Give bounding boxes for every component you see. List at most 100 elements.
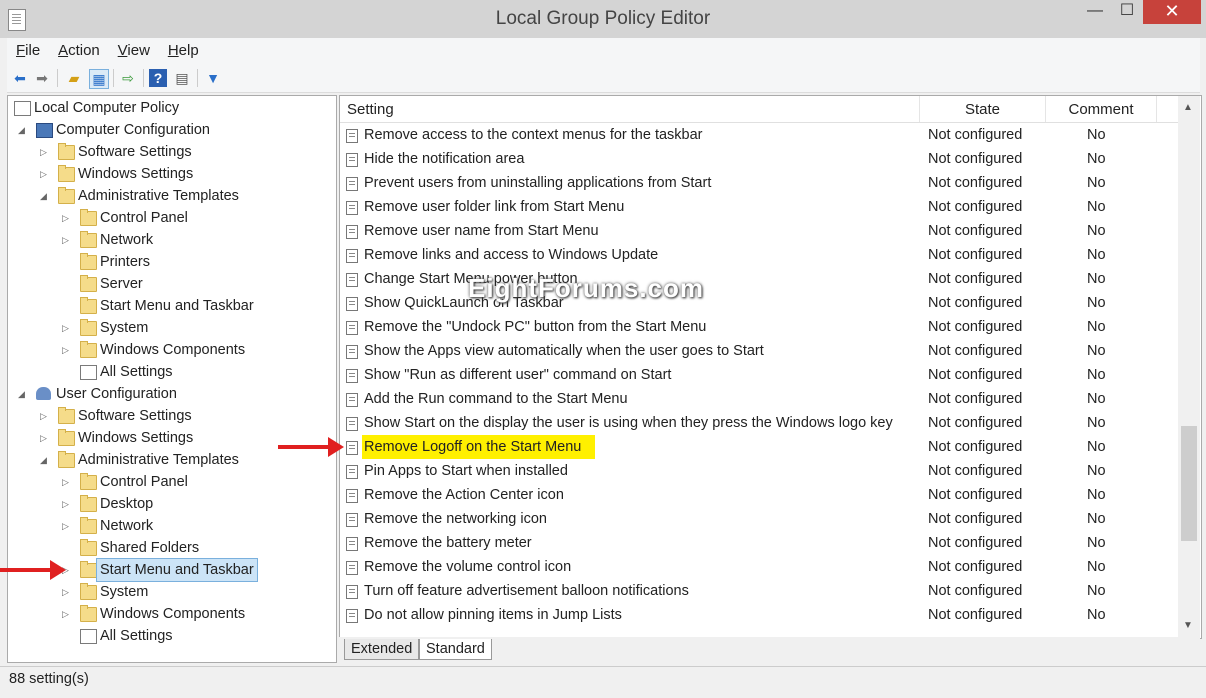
list-row[interactable]: Prevent users from uninstalling applicat…: [340, 171, 1178, 195]
expand-arrow-icon[interactable]: ▷: [62, 471, 72, 493]
list-row[interactable]: Show the Apps view automatically when th…: [340, 339, 1178, 363]
folder-icon: [58, 145, 75, 160]
expand-arrow-icon[interactable]: ▷: [40, 427, 50, 449]
setting-comment: No: [1087, 147, 1106, 171]
collapse-arrow-icon[interactable]: ◢: [40, 449, 50, 471]
menu-action[interactable]: Action: [58, 38, 100, 64]
export-list-icon[interactable]: ⇨: [119, 69, 137, 87]
policy-setting-icon: [346, 513, 358, 527]
list-row[interactable]: Turn off feature advertisement balloon n…: [340, 579, 1178, 603]
back-icon[interactable]: ⬅: [11, 69, 29, 87]
collapse-arrow-icon[interactable]: ◢: [40, 185, 50, 207]
setting-comment: No: [1087, 339, 1106, 363]
properties-icon[interactable]: ▤: [173, 69, 191, 87]
help-icon[interactable]: ?: [149, 69, 167, 87]
policy-setting-icon: [346, 201, 358, 215]
folder-icon: [80, 585, 97, 600]
setting-comment: No: [1087, 195, 1106, 219]
tab-standard[interactable]: Standard: [419, 639, 492, 660]
policy-setting-icon: [346, 297, 358, 311]
menu-file[interactable]: File: [16, 38, 40, 64]
list-row[interactable]: Show "Run as different user" command on …: [340, 363, 1178, 387]
up-folder-icon[interactable]: ▰: [65, 69, 83, 87]
expand-arrow-icon[interactable]: ▷: [40, 163, 50, 185]
policy-setting-icon: [346, 153, 358, 167]
expand-arrow-icon[interactable]: ▷: [62, 207, 72, 229]
scroll-down-icon[interactable]: ▼: [1183, 620, 1193, 631]
setting-comment: No: [1087, 603, 1106, 627]
expand-arrow-icon[interactable]: ▷: [62, 339, 72, 361]
list-row[interactable]: Remove the networking iconNot configured…: [340, 507, 1178, 531]
policy-setting-icon: [346, 489, 358, 503]
policy-icon: [14, 101, 31, 116]
menu-view[interactable]: View: [118, 38, 150, 64]
setting-name: Remove the volume control icon: [364, 555, 571, 579]
view-tabs: Extended Standard: [339, 637, 1200, 661]
setting-state: Not configured: [928, 603, 1022, 627]
setting-state: Not configured: [928, 579, 1022, 603]
status-text: 88 setting(s): [9, 671, 89, 687]
setting-name: Remove access to the context menus for t…: [364, 123, 703, 147]
setting-name: Remove user name from Start Menu: [364, 219, 599, 243]
setting-name: Hide the notification area: [364, 147, 524, 171]
expand-arrow-icon[interactable]: ▷: [62, 493, 72, 515]
list-row[interactable]: Remove user name from Start MenuNot conf…: [340, 219, 1178, 243]
maximize-button[interactable]: ☐: [1110, 0, 1144, 24]
list-row[interactable]: Remove the volume control icon Not config…: [340, 555, 1178, 579]
close-button[interactable]: ✕: [1143, 0, 1201, 24]
expand-arrow-icon[interactable]: ▷: [62, 229, 72, 251]
collapse-arrow-icon[interactable]: ◢: [18, 119, 28, 141]
list-row[interactable]: Show QuickLaunch on TaskbarNot configure…: [340, 291, 1178, 315]
list-row[interactable]: Do not allow pinning items in Jump Lists…: [340, 603, 1178, 627]
show-hide-tree-icon[interactable]: ▦: [89, 69, 109, 89]
tab-extended[interactable]: Extended: [344, 639, 419, 660]
menu-bar: File Action View Help: [7, 38, 1200, 64]
list-row[interactable]: Pin Apps to Start when installedNot conf…: [340, 459, 1178, 483]
all-settings-icon: [80, 629, 97, 644]
list-row[interactable]: Add the Run command to the Start MenuNot…: [340, 387, 1178, 411]
policy-setting-icon: [346, 465, 358, 479]
policy-setting-icon: [346, 369, 358, 383]
expand-arrow-icon[interactable]: ▷: [62, 603, 72, 625]
vertical-scrollbar[interactable]: ▲ ▼: [1178, 96, 1200, 638]
setting-comment: No: [1087, 483, 1106, 507]
expand-arrow-icon[interactable]: ▷: [62, 581, 72, 603]
list-row[interactable]: Remove the battery meterNot configuredNo: [340, 531, 1178, 555]
minimize-button[interactable]: —: [1078, 0, 1112, 24]
list-row[interactable]: Remove the "Undock PC" button from the S…: [340, 315, 1178, 339]
scroll-thumb[interactable]: [1181, 426, 1197, 541]
list-row[interactable]: Remove links and access to Windows Updat…: [340, 243, 1178, 267]
filter-icon[interactable]: ▼: [204, 69, 222, 87]
red-arrow-icon: [278, 445, 330, 449]
collapse-arrow-icon[interactable]: ◢: [18, 383, 28, 405]
setting-name: Turn off feature advertisement balloon n…: [364, 579, 689, 603]
column-header-setting[interactable]: Setting: [340, 96, 920, 122]
expand-arrow-icon[interactable]: ▷: [40, 405, 50, 427]
policy-setting-icon: [346, 249, 358, 263]
list-row[interactable]: Remove the Action Center iconNot configu…: [340, 483, 1178, 507]
title-bar: Local Group Policy Editor — ☐ ✕: [0, 0, 1206, 38]
setting-state: Not configured: [928, 555, 1022, 579]
scroll-up-icon[interactable]: ▲: [1183, 102, 1193, 113]
menu-help[interactable]: Help: [168, 38, 199, 64]
forward-icon[interactable]: ➡: [33, 69, 51, 87]
list-row[interactable]: Hide the notification areaNot configured…: [340, 147, 1178, 171]
list-row[interactable]: Show Start on the display the user is us…: [340, 411, 1178, 435]
setting-name: Show "Run as different user" command on …: [364, 363, 671, 387]
column-header-comment[interactable]: Comment: [1046, 96, 1157, 122]
setting-state: Not configured: [928, 339, 1022, 363]
expand-arrow-icon[interactable]: ▷: [40, 141, 50, 163]
list-row[interactable]: Remove user folder link from Start MenuN…: [340, 195, 1178, 219]
list-row[interactable]: Remove access to the context menus for t…: [340, 123, 1178, 147]
column-header-state[interactable]: State: [920, 96, 1046, 122]
red-arrow-icon: [0, 568, 52, 572]
setting-name: Show the Apps view automatically when th…: [364, 339, 764, 363]
all-settings-icon: [80, 365, 97, 380]
list-row[interactable]: Change Start Menu power buttonNot config…: [340, 267, 1178, 291]
folder-icon: [58, 189, 75, 204]
expand-arrow-icon[interactable]: ▷: [62, 515, 72, 537]
settings-list: Setting State Comment Remove access to t…: [339, 95, 1202, 639]
expand-arrow-icon[interactable]: ▷: [62, 317, 72, 339]
policy-setting-icon: [346, 609, 358, 623]
list-row-highlighted[interactable]: Remove Logoff on the Start MenuNot confi…: [340, 435, 1178, 459]
